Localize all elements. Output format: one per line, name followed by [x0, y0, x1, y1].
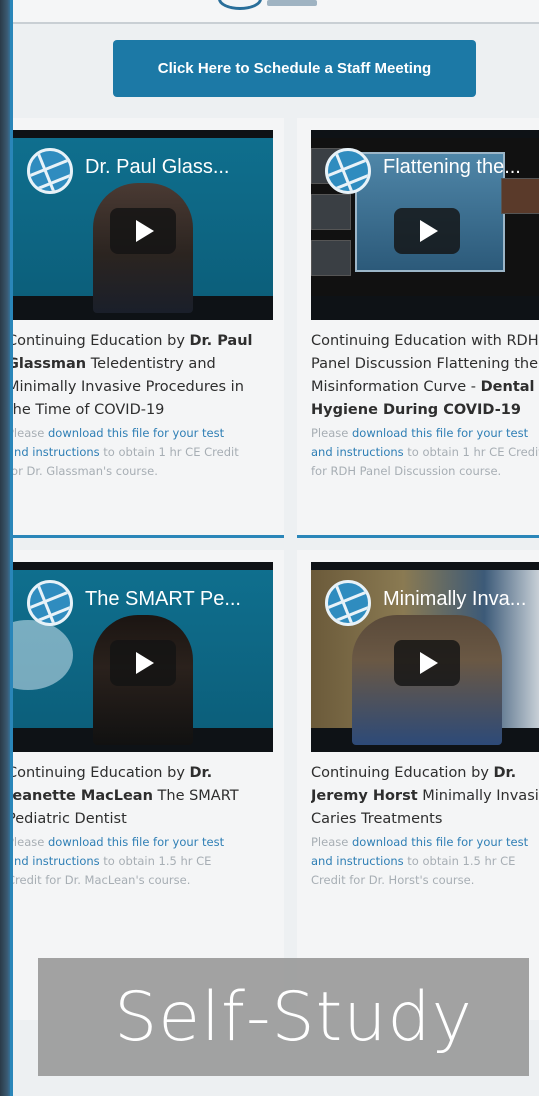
note-text: for Dr. Glassman's course. [10, 464, 158, 478]
course-card-glassman: Dr. Paul Glass... Continuing Education b… [13, 118, 284, 538]
play-icon[interactable] [393, 640, 460, 686]
download-test-link[interactable]: download this file for your test [352, 835, 528, 849]
course-description: Continuing Education by Dr. Jeanette Mac… [10, 762, 273, 831]
desc-text: Teledentistry and [86, 356, 216, 372]
desc-bold: Dental [480, 379, 535, 395]
note-text: Please [311, 426, 352, 440]
site-logo-icon[interactable] [218, 0, 262, 10]
desc-text: Misinformation Curve - [311, 379, 481, 395]
desc-text: Continuing Education by [10, 333, 190, 349]
zoom-participant-tile [501, 178, 539, 214]
note-text: Please [10, 835, 48, 849]
ce-credit-note: Please download this file for your test … [311, 833, 539, 890]
play-icon[interactable] [110, 208, 176, 254]
note-text: to obtain 1.5 hr CE [99, 854, 212, 868]
note-text: to obtain 1 hr CE Credit [403, 445, 539, 459]
site-logo-text [267, 0, 317, 6]
desc-text: Panel Discussion Flattening the [311, 356, 539, 372]
presenter-name: Glassman [10, 356, 87, 372]
course-card-horst: Minimally Inva... Continuing Education b… [297, 550, 539, 1020]
globe-logo-icon [27, 580, 73, 626]
presenter-name: Jeanette MacLean [10, 788, 153, 804]
video-player[interactable]: Minimally Inva... [311, 562, 539, 752]
ce-credit-note: Please download this file for your test … [10, 833, 273, 890]
download-instructions-link[interactable]: and instructions [13, 854, 100, 868]
top-header-bar [13, 0, 539, 24]
zoom-participant-tile [311, 194, 351, 230]
note-text: Credit for Dr. Horst's course. [311, 873, 475, 887]
video-player[interactable]: The SMART Pe... [13, 562, 273, 752]
decorative-shape [13, 620, 73, 690]
presenter-name: Jeremy Horst [311, 788, 418, 804]
desc-text: Continuing Education by [10, 765, 190, 781]
note-text: for RDH Panel Discussion course. [311, 464, 502, 478]
ce-credit-note: Please download this file for your test … [311, 424, 539, 481]
desc-text: Caries Treatments [311, 811, 443, 827]
download-instructions-link[interactable]: and instructions [311, 854, 404, 868]
video-title[interactable]: Flattening the... [383, 156, 539, 179]
video-thumbnail[interactable]: The SMART Pe... [13, 570, 273, 745]
course-description: Continuing Education by Dr. Jeremy Horst… [311, 762, 539, 831]
video-thumbnail[interactable]: Minimally Inva... [311, 570, 539, 745]
video-thumbnail[interactable]: Flattening the... [311, 138, 539, 296]
course-description: Continuing Education with RDH Panel Disc… [311, 330, 539, 422]
globe-logo-icon [325, 580, 371, 626]
self-study-banner: Self-Study [38, 958, 529, 1076]
download-instructions-link[interactable]: and instructions [311, 445, 404, 459]
video-player[interactable]: Flattening the... [311, 130, 539, 320]
note-text: to obtain 1.5 hr CE [403, 854, 516, 868]
presenter-name: Dr. [493, 765, 517, 781]
note-text: Please [311, 835, 352, 849]
desc-text: Minimally Invasive Procedures in [10, 379, 244, 395]
download-test-link[interactable]: download this file for your test [48, 426, 224, 440]
video-thumbnail[interactable]: Dr. Paul Glass... [13, 138, 273, 313]
desc-text: Pediatric Dentist [10, 811, 127, 827]
page-container: Click Here to Schedule a Staff Meeting D… [10, 0, 539, 1096]
schedule-staff-meeting-button[interactable]: Click Here to Schedule a Staff Meeting [113, 40, 476, 97]
video-title[interactable]: Dr. Paul Glass... [85, 156, 273, 179]
download-test-link[interactable]: download this file for your test [48, 835, 224, 849]
note-text: Please [10, 426, 48, 440]
globe-logo-icon [27, 148, 73, 194]
ce-credit-note: Please download this file for your test … [10, 424, 273, 481]
desc-bold: Hygiene During COVID-19 [311, 402, 521, 418]
video-player[interactable]: Dr. Paul Glass... [13, 130, 273, 320]
desc-text: the Time of COVID-19 [10, 402, 165, 418]
desc-text: Continuing Education by [311, 765, 494, 781]
note-text: Credit for Dr. MacLean's course. [10, 873, 191, 887]
desc-text: The SMART [152, 788, 239, 804]
download-instructions-link[interactable]: and instructions [13, 445, 100, 459]
play-icon[interactable] [110, 640, 176, 686]
download-test-link[interactable]: download this file for your test [352, 426, 528, 440]
course-card-maclean: The SMART Pe... Continuing Education by … [13, 550, 284, 1020]
note-text: to obtain 1 hr CE Credit [99, 445, 239, 459]
course-description: Continuing Education by Dr. Paul Glassma… [10, 330, 273, 422]
course-card-rdh-panel: Flattening the... Continuing Education w… [297, 118, 539, 538]
video-title[interactable]: The SMART Pe... [85, 588, 273, 611]
desc-text: Minimally Invasive [422, 788, 539, 804]
presenter-name: Dr. [189, 765, 213, 781]
video-title[interactable]: Minimally Inva... [383, 588, 539, 611]
banner-label: Self-Study [114, 977, 473, 1057]
desc-text: Continuing Education with RDH [311, 333, 539, 349]
play-icon[interactable] [393, 208, 460, 254]
presenter-name: Dr. Paul [189, 333, 253, 349]
globe-logo-icon [325, 148, 371, 194]
zoom-participant-tile [311, 240, 351, 276]
